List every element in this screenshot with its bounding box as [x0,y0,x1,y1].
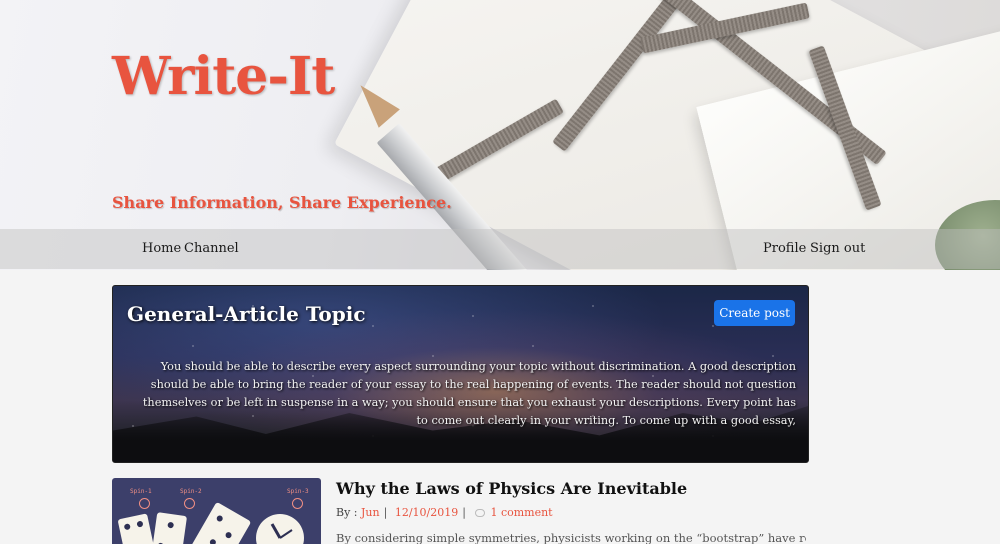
article-thumbnail[interactable]: Spin-1 Spin-2 Spin-3 [112,478,321,544]
site-tagline: Share Information, Share Experience. [112,193,452,212]
thumbnail-label: Spin-1 [130,488,152,495]
thumbnail-label: Spin-2 [180,488,202,495]
article-excerpt: By considering simple symmetries, physic… [336,531,806,544]
comments-link[interactable]: 1 comment [490,506,552,519]
article-title-link[interactable]: Why the Laws of Physics Are Inevitable [336,479,687,498]
nav-profile-link[interactable]: Profile [763,241,806,256]
playing-card-icon [188,501,252,544]
domino-icon [150,512,188,544]
topic-banner: General-Article Topic Create post You sh… [112,285,809,463]
clock-dial-icon [256,514,304,544]
thumbnail-label: Spin-3 [287,488,309,495]
comment-icon [475,509,486,517]
topic-description: You should be able to describe every asp… [142,360,796,427]
by-label: By : [336,506,358,519]
site-title[interactable]: Write-It [112,46,335,107]
date-link[interactable]: 12/10/2019 [395,506,458,519]
article-meta: By : Jun | 12/10/2019 | 1 comment [336,506,553,519]
author-link[interactable]: Jun [361,506,380,519]
domino-icon [117,513,157,544]
nav-home-link[interactable]: Home [142,241,181,256]
create-post-button[interactable]: Create post [714,300,795,326]
spin-ring-icon [184,498,195,509]
spin-ring-icon [139,498,150,509]
nav-channel-link[interactable]: Channel [184,241,239,256]
spin-ring-icon [292,498,303,509]
topic-title: General-Article Topic [127,302,366,326]
nav-signout-link[interactable]: Sign out [810,241,865,256]
